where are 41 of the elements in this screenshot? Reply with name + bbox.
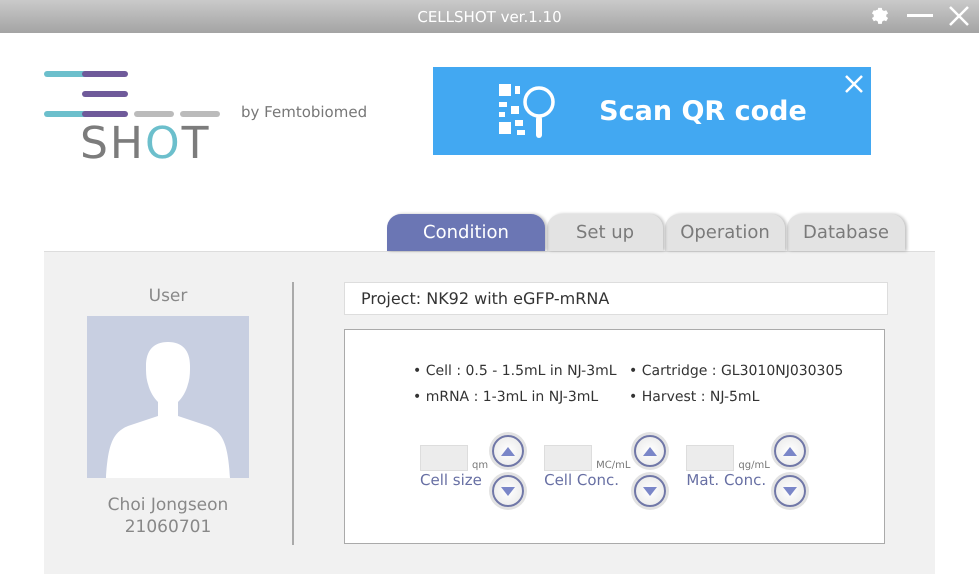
close-icon[interactable] [845, 75, 863, 94]
control-label: Mat. Conc. [686, 471, 768, 491]
logo-wordmark: SHOT [80, 121, 211, 168]
scan-qr-banner[interactable]: Scan QR code [433, 67, 871, 156]
decrement-button[interactable] [634, 475, 666, 507]
unit-label: qg/mL [738, 460, 770, 471]
settings-icon[interactable] [869, 5, 891, 27]
tab[interactable]: Set up [547, 214, 663, 251]
logo-byline: by Femtobiomed [241, 103, 368, 122]
minimize-icon[interactable] [907, 14, 933, 18]
tab[interactable]: Database [787, 214, 905, 251]
user-heading: User [148, 285, 188, 307]
unit-label: qm [472, 460, 488, 471]
user-name: Choi Jongseon [108, 494, 228, 516]
decrement-button[interactable] [492, 475, 524, 507]
control-label: Cell size [420, 471, 483, 491]
increment-button[interactable] [492, 435, 524, 467]
increment-button[interactable] [774, 435, 806, 467]
increment-button[interactable] [634, 435, 666, 467]
up-arrow-icon [643, 446, 658, 456]
value-field[interactable] [420, 445, 468, 471]
condition-detail: • mRNA : 1-3mL in NJ-3mL [413, 389, 600, 405]
window-title: CELLSHOT ver.1.10 [417, 8, 562, 26]
project-field: Project: NK92 with eGFP-mRNA [344, 282, 888, 315]
condition-detail: • Cartridge : GL3010NJ030305 [629, 363, 844, 379]
user-id: 21060701 [124, 516, 212, 538]
down-arrow-icon [782, 486, 797, 496]
tab[interactable]: Condition [387, 214, 545, 251]
value-field[interactable] [544, 445, 592, 471]
condition-detail: • Harvest : NJ-5mL [629, 389, 760, 405]
close-icon[interactable] [949, 6, 969, 26]
decrement-button[interactable] [774, 475, 806, 507]
up-arrow-icon [782, 446, 797, 456]
down-arrow-icon [501, 486, 516, 496]
tab[interactable]: Operation [665, 214, 785, 251]
value-field[interactable] [686, 445, 734, 471]
control-label: Cell Conc. [544, 471, 620, 491]
condition-detail: • Cell : 0.5 - 1.5mL in NJ-3mL [413, 363, 618, 379]
up-arrow-icon [501, 446, 516, 456]
down-arrow-icon [643, 486, 658, 496]
unit-label: MC/mL [596, 460, 630, 471]
